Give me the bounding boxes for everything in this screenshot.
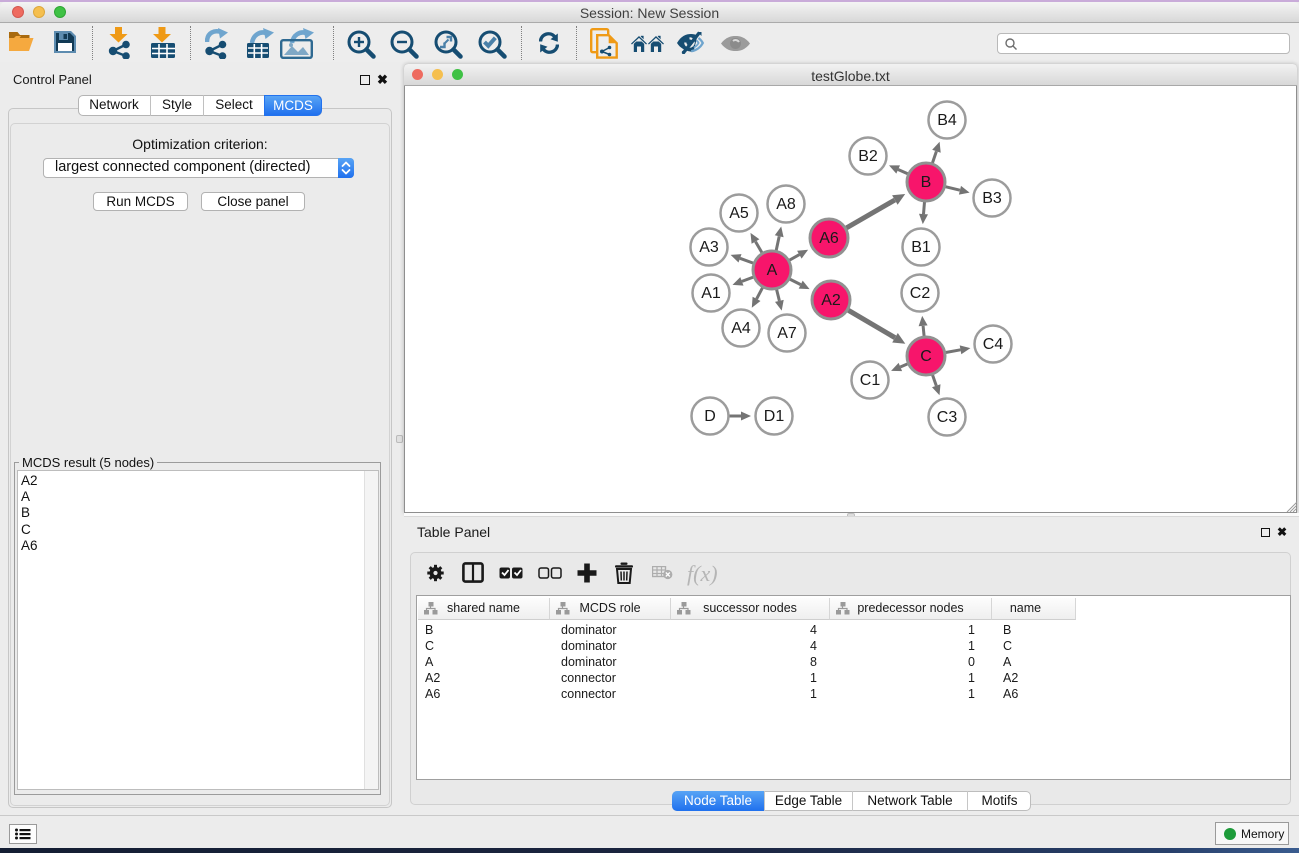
svg-text:A: A [767, 262, 778, 279]
svg-text:A3: A3 [699, 239, 719, 256]
svg-text:C1: C1 [860, 372, 881, 389]
svg-text:C2: C2 [910, 285, 931, 302]
svg-text:A8: A8 [776, 196, 796, 213]
svg-text:D: D [704, 408, 716, 425]
svg-text:B: B [921, 174, 932, 191]
svg-text:C: C [920, 348, 932, 365]
svg-text:A6: A6 [819, 230, 839, 247]
svg-text:A1: A1 [701, 285, 721, 302]
svg-text:C4: C4 [983, 336, 1004, 353]
svg-text:D1: D1 [764, 408, 785, 425]
svg-text:A5: A5 [729, 205, 749, 222]
svg-text:B3: B3 [982, 190, 1002, 207]
svg-text:C3: C3 [937, 409, 958, 426]
svg-text:B1: B1 [911, 239, 931, 256]
svg-text:B2: B2 [858, 148, 878, 165]
svg-text:A7: A7 [777, 325, 797, 342]
svg-text:A4: A4 [731, 320, 751, 337]
svg-text:B4: B4 [937, 112, 957, 129]
svg-text:A2: A2 [821, 292, 841, 309]
